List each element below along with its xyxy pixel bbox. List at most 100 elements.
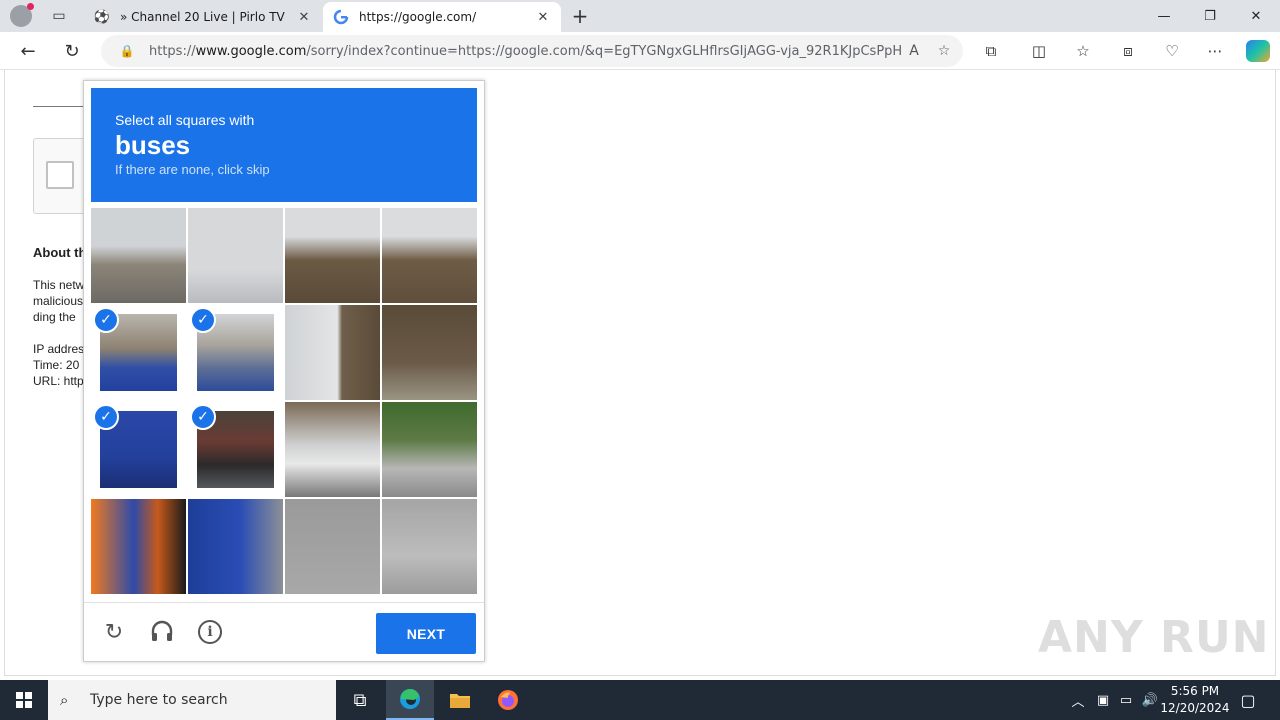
captcha-grid: ✓ ✓ ✓ ✓ (91, 208, 479, 596)
minimize-icon[interactable]: — (1141, 0, 1187, 32)
split-screen-icon[interactable]: ◫ (1027, 40, 1051, 62)
info-icon[interactable]: i (198, 620, 222, 644)
tab-pirlo-tv[interactable]: ⚽ » Channel 20 Live | Pirlo TV ✕ (84, 2, 322, 32)
captcha-target: buses (115, 130, 191, 160)
clock-date: 12/20/2024 (1160, 701, 1230, 715)
tile-image (188, 208, 283, 303)
close-window-icon[interactable]: ✕ (1233, 0, 1279, 32)
notifications-icon[interactable]: ▢ (1236, 680, 1260, 720)
tile-image (382, 208, 477, 303)
next-button[interactable]: NEXT (376, 613, 476, 654)
headphones-icon[interactable] (148, 618, 176, 646)
tab-strip: ▭ ⚽ » Channel 20 Live | Pirlo TV ✕ https… (0, 0, 1280, 32)
captcha-tile[interactable] (91, 499, 186, 594)
captcha-tile[interactable] (188, 499, 283, 594)
checkmark-icon: ✓ (190, 404, 216, 430)
captcha-tile[interactable] (382, 208, 477, 303)
clock-time: 5:56 PM (1170, 684, 1220, 698)
lock-icon[interactable]: 🔒 (119, 44, 135, 58)
captcha-tile[interactable] (285, 402, 380, 497)
browser-essentials-icon[interactable]: ♡ (1160, 40, 1184, 62)
read-aloud-icon[interactable]: A (903, 40, 925, 62)
taskbar-search[interactable]: ⌕ Type here to search (48, 680, 336, 720)
captcha-header: Select all squares with buses If there a… (91, 88, 477, 202)
device-icon[interactable]: ▣ (1094, 680, 1112, 720)
tile-image (285, 208, 380, 303)
tab-title: » Channel 20 Live | Pirlo TV (120, 10, 285, 24)
captcha-tile[interactable] (382, 305, 477, 400)
favorite-star-icon[interactable]: ☆ (933, 40, 955, 62)
ip-address-text: IP addres (33, 342, 85, 356)
profile-avatar[interactable] (10, 3, 34, 27)
close-tab-icon[interactable]: ✕ (535, 9, 551, 25)
tile-image (285, 305, 380, 400)
start-button[interactable] (0, 680, 48, 720)
tab-actions-icon[interactable]: ▭ (48, 6, 70, 26)
captcha-challenge: Select all squares with buses If there a… (83, 80, 485, 662)
system-clock[interactable]: 5:56 PM 12/20/2024 (1160, 683, 1230, 717)
tile-image (91, 499, 186, 594)
collections-icon[interactable]: ⧈ (1116, 40, 1140, 62)
captcha-tile[interactable] (91, 208, 186, 303)
url-text[interactable]: https://www.google.com/sorry/index?conti… (149, 44, 903, 59)
body-text: malicious (33, 294, 84, 308)
google-g-icon (333, 9, 349, 25)
captcha-hint: If there are none, click skip (115, 162, 270, 177)
captcha-tile[interactable] (285, 499, 380, 594)
back-arrow-icon[interactable]: ← (14, 38, 42, 64)
tile-image (91, 208, 186, 303)
volume-icon[interactable]: 🔊 (1140, 680, 1160, 720)
edge-app-icon[interactable] (386, 680, 434, 720)
tile-image (188, 499, 283, 594)
tab-google[interactable]: https://google.com/ ✕ (323, 2, 561, 32)
tile-image (382, 499, 477, 594)
refresh-icon[interactable]: ↻ (58, 38, 86, 64)
extensions-icon[interactable]: ⧉ (979, 40, 1003, 62)
captcha-tile[interactable]: ✓ (188, 402, 283, 497)
body-text: ding the (33, 310, 76, 324)
captcha-tile[interactable]: ✓ (91, 305, 186, 400)
url-text: URL: http (33, 374, 84, 388)
captcha-instruction: Select all squares with (115, 112, 255, 128)
body-text: This netw (33, 278, 85, 292)
captcha-tile[interactable] (382, 402, 477, 497)
network-icon[interactable]: ▭ (1116, 680, 1136, 720)
captcha-tile[interactable] (285, 208, 380, 303)
captcha-tile[interactable]: ✓ (188, 305, 283, 400)
captcha-tile[interactable]: ✓ (91, 402, 186, 497)
any-run-watermark: ANY RUN (1038, 612, 1270, 663)
close-tab-icon[interactable]: ✕ (296, 9, 312, 25)
firefox-icon[interactable] (484, 680, 532, 720)
task-view-icon[interactable]: ⧉ (336, 680, 384, 720)
captcha-tile[interactable] (382, 499, 477, 594)
search-placeholder: Type here to search (90, 692, 228, 708)
checkmark-icon: ✓ (93, 307, 119, 333)
tile-image (382, 305, 477, 400)
soccer-ball-icon: ⚽ (93, 9, 111, 25)
file-explorer-icon[interactable] (436, 680, 484, 720)
captcha-tile[interactable] (188, 208, 283, 303)
captcha-tile[interactable] (285, 305, 380, 400)
more-menu-icon[interactable]: ⋯ (1203, 40, 1227, 62)
checkmark-icon: ✓ (190, 307, 216, 333)
chevron-up-icon[interactable]: ︿ (1068, 680, 1088, 720)
windows-logo-icon (16, 692, 32, 708)
about-heading: About th (33, 245, 87, 260)
new-tab-button[interactable]: + (568, 4, 592, 28)
browser-toolbar: ← ↻ 🔒 https://www.google.com/sorry/index… (0, 32, 1280, 70)
tab-title: https://google.com/ (359, 10, 477, 24)
favorites-icon[interactable]: ☆ (1071, 40, 1095, 62)
restore-icon[interactable]: ❐ (1187, 0, 1233, 32)
copilot-icon[interactable] (1246, 40, 1270, 62)
windows-taskbar: ⌕ Type here to search ⧉ ︿ ▣ ▭ 🔊 5:56 PM … (0, 680, 1280, 720)
captcha-footer: ↻ i NEXT (84, 602, 484, 662)
checkmark-icon: ✓ (93, 404, 119, 430)
tile-image (285, 402, 380, 497)
recaptcha-checkbox[interactable] (46, 161, 74, 189)
tile-image (285, 499, 380, 594)
time-text: Time: 20 (33, 358, 80, 372)
address-bar[interactable]: 🔒 https://www.google.com/sorry/index?con… (101, 35, 963, 67)
reload-icon[interactable]: ↻ (100, 618, 128, 646)
search-icon: ⌕ (60, 691, 69, 709)
tile-image (382, 402, 477, 497)
